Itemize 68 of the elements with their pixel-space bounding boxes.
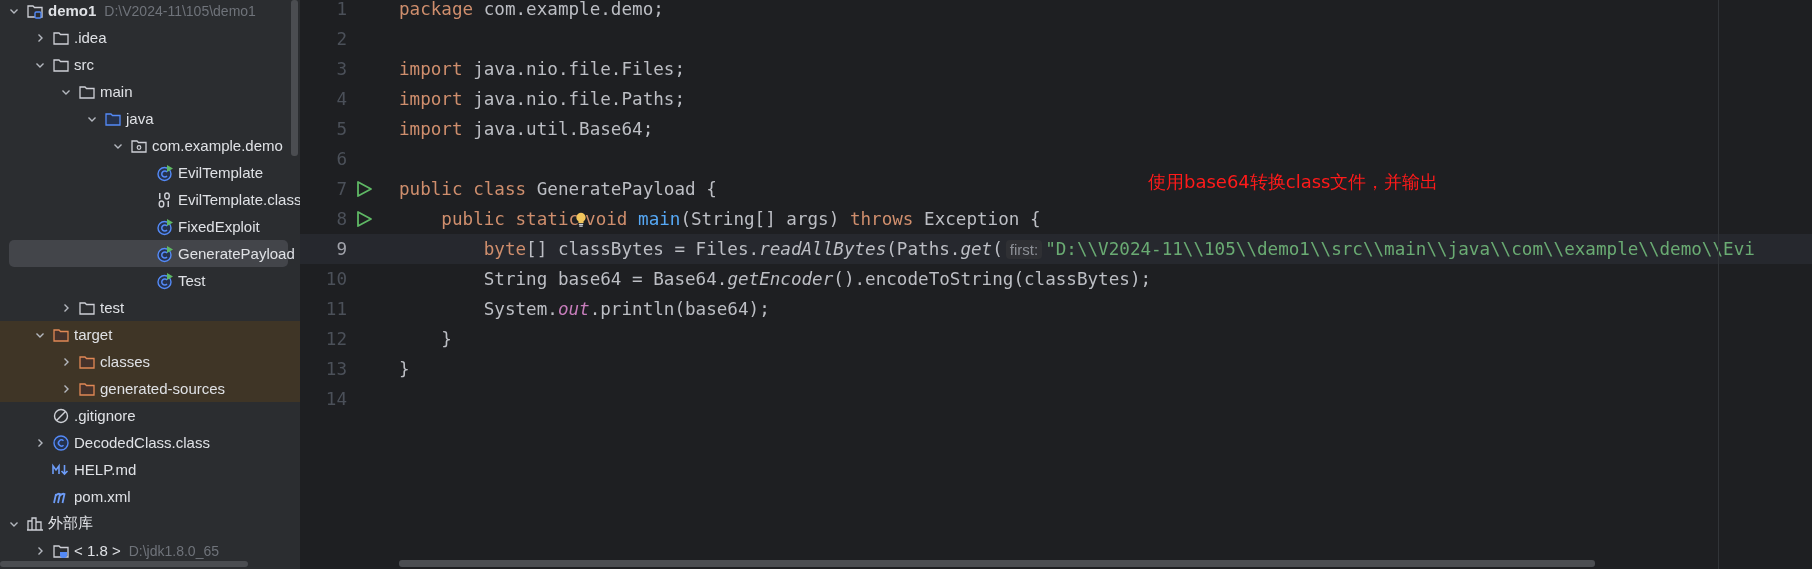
tree-item-label: < 1.8 > — [74, 542, 121, 559]
tree-item[interactable]: < 1.8 > D:\jdk1.8.0_65 — [0, 537, 300, 564]
tree-item-label: FixedExploit — [178, 218, 260, 235]
class-icon — [156, 271, 174, 290]
scrollbar-thumb[interactable] — [291, 0, 298, 156]
code-line: } — [440, 329, 452, 349]
code-line: import java.nio.file.Paths; — [399, 89, 685, 109]
tree-item[interactable]: .gitignore — [0, 402, 300, 429]
tree-item[interactable]: src — [0, 51, 300, 78]
tree-item-label: classes — [100, 353, 151, 370]
tree-item[interactable]: Test — [0, 267, 300, 294]
tree-item-label: EvilTemplate.class — [178, 191, 300, 208]
tree-item-label: com.example.demo — [152, 137, 283, 154]
tree-item[interactable]: FixedExploit — [0, 213, 300, 240]
scrollbar-thumb[interactable] — [0, 561, 248, 567]
run-icon[interactable] — [355, 210, 373, 228]
code-line: import java.util.Base64; — [399, 119, 654, 139]
tree-item[interactable]: 外部库 — [0, 510, 300, 537]
library-icon — [26, 514, 44, 533]
tree-item[interactable]: DecodedClass.class — [0, 429, 300, 456]
code-line: package com.example.demo; — [399, 0, 664, 19]
tree-item-label: DecodedClass.class — [74, 434, 210, 451]
tree-item-label: main — [100, 83, 133, 100]
tree-item[interactable]: java — [0, 105, 300, 132]
tree-item[interactable]: target — [0, 321, 300, 348]
tree-item[interactable]: HELP.md — [0, 456, 300, 483]
tree-item[interactable]: demo1 D:\V2024-11\105\demo1 — [0, 0, 300, 24]
tree-item-label: pom.xml — [74, 488, 131, 505]
tree-item-label: .idea — [74, 29, 107, 46]
tree-item-label: src — [74, 56, 94, 73]
tree-item[interactable]: com.example.demo — [0, 132, 300, 159]
tree-item[interactable]: test — [0, 294, 300, 321]
class-icon — [156, 244, 174, 263]
path-hint: D:\jdk1.8.0_65 — [128, 542, 219, 559]
code-line: System.out.println(base64); — [482, 299, 770, 319]
tree-item-label: HELP.md — [74, 461, 137, 478]
tree-item-label: .gitignore — [74, 407, 136, 424]
tree-item[interactable]: .idea — [0, 24, 300, 51]
scrollbar-thumb[interactable] — [399, 560, 1595, 567]
tree-item[interactable]: pom.xml — [0, 483, 300, 510]
tree-item-label: demo1 — [48, 2, 97, 19]
code-line: public class GeneratePayload { — [399, 179, 717, 199]
tree-item-label: GeneratePayload — [178, 245, 295, 262]
tree-item-label: Test — [178, 272, 206, 289]
tree-item-label: target — [74, 326, 113, 343]
line-number: 9 — [335, 239, 347, 259]
path-hint: D:\V2024-11\105\demo1 — [104, 2, 256, 19]
annotation-text: 使用base64转换class文件，并输出 — [1148, 170, 1439, 194]
tree-item-label: test — [100, 299, 125, 316]
tree-item[interactable]: generated-sources — [0, 375, 300, 402]
class-icon — [52, 433, 70, 452]
code-line: String base64 = Base64.getEncoder().encodeToString(classBytes); — [482, 269, 1152, 289]
run-icon[interactable] — [355, 180, 373, 198]
tree-item[interactable]: EvilTemplate — [0, 159, 300, 186]
tree-item-label: EvilTemplate — [178, 164, 264, 181]
tree-item[interactable]: classes — [0, 348, 300, 375]
tree-item[interactable]: main — [0, 78, 300, 105]
class-icon — [156, 163, 174, 182]
class-icon — [156, 217, 174, 236]
code-line: import java.nio.file.Files; — [399, 59, 685, 79]
tree-item[interactable]: EvilTemplate.class — [0, 186, 300, 213]
code-line: public static void main(String[] args) throws Exception { — [440, 209, 1041, 229]
tree-item-label: generated-sources — [100, 380, 226, 397]
tree-item-label: java — [126, 110, 154, 127]
code-line: } — [399, 359, 410, 379]
tree-item-label: 外部库 — [48, 514, 93, 533]
code-line: byte[] classBytes = Files.readAllBytes(Paths.get( first: "D:\\V2024-11\\105\\demo1\\src\\main\\java\\com\\example\\demo\\Evi — [482, 239, 1755, 259]
ignored-file-icon — [52, 406, 70, 425]
